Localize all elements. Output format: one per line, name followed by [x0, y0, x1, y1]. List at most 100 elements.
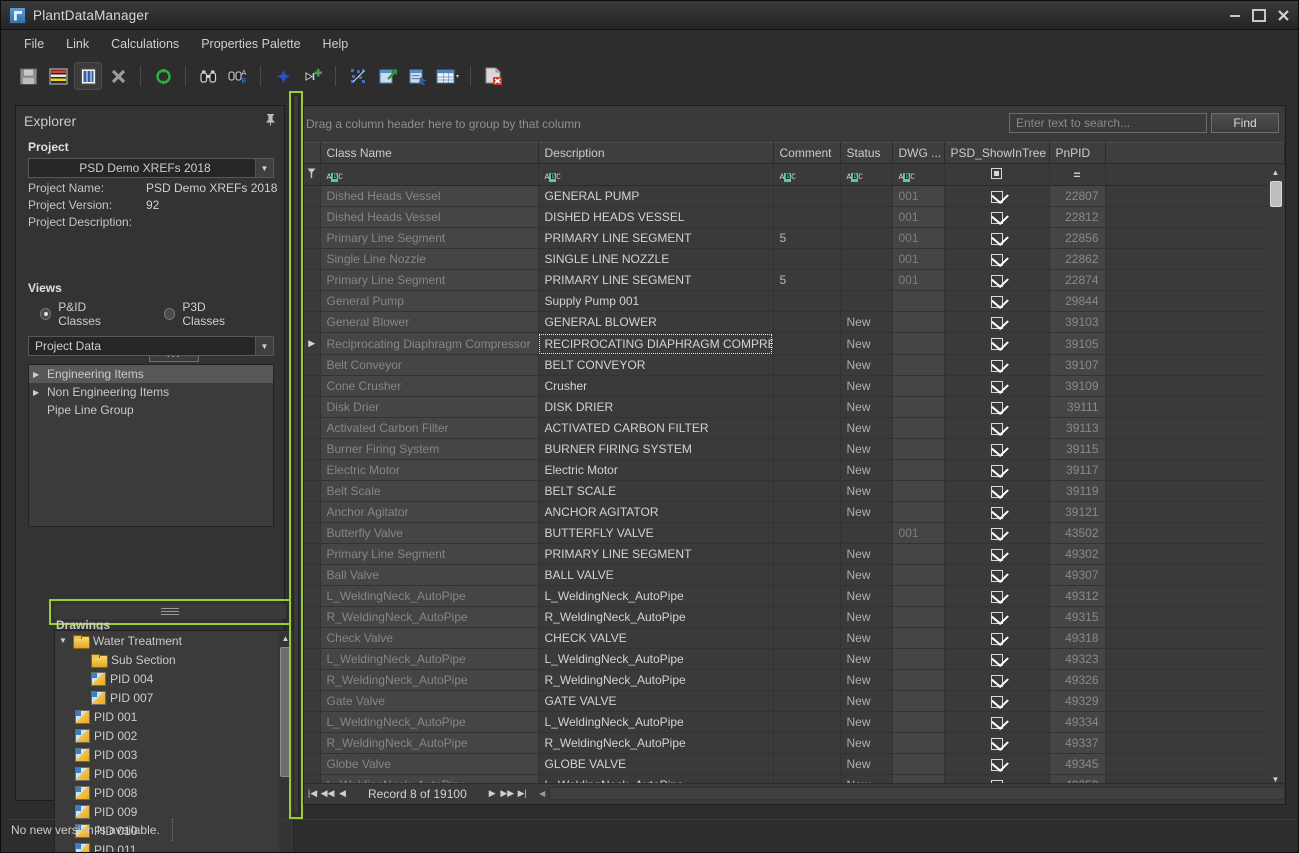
- close-button[interactable]: [1272, 5, 1294, 27]
- cell-comment[interactable]: [773, 628, 840, 649]
- checkbox-checked-icon[interactable]: [991, 696, 1003, 708]
- drawings-item-pid-002[interactable]: PID 002: [55, 726, 293, 745]
- checkbox-checked-icon[interactable]: [991, 275, 1003, 287]
- expander-triangle-icon[interactable]: ▶: [33, 388, 47, 397]
- cell-dwg[interactable]: [892, 418, 944, 439]
- cell-class-name[interactable]: Activated Carbon Filter: [320, 418, 538, 439]
- nav-prev-page-button[interactable]: ◀◀: [320, 788, 335, 799]
- cell-psd-showintree[interactable]: [944, 186, 1049, 207]
- cell-class-name[interactable]: L_WeldingNeck_AutoPipe: [320, 712, 538, 733]
- cell-comment[interactable]: [773, 460, 840, 481]
- columns-icon[interactable]: [74, 62, 102, 90]
- cell-description[interactable]: BALL VALVE: [538, 565, 773, 586]
- cell-description[interactable]: DISHED HEADS VESSEL: [538, 207, 773, 228]
- cell-dwg[interactable]: [892, 291, 944, 312]
- cell-comment[interactable]: 5: [773, 270, 840, 291]
- cell-dwg[interactable]: [892, 481, 944, 502]
- cell-pnpid[interactable]: 49326: [1049, 670, 1105, 691]
- drawings-item-sub-section[interactable]: Sub Section: [55, 650, 293, 669]
- cell-comment[interactable]: [773, 670, 840, 691]
- radio-pid-classes[interactable]: P&ID Classes: [40, 300, 126, 328]
- cell-status[interactable]: New: [840, 355, 892, 376]
- cell-status[interactable]: New: [840, 733, 892, 754]
- cell-status[interactable]: New: [840, 460, 892, 481]
- cell-class-name[interactable]: L_WeldingNeck_AutoPipe: [320, 586, 538, 607]
- column-header-description[interactable]: Description: [538, 143, 773, 164]
- cell-class-name[interactable]: Ball Valve: [320, 565, 538, 586]
- cell-dwg[interactable]: [892, 628, 944, 649]
- cell-description[interactable]: R_WeldingNeck_AutoPipe: [538, 607, 773, 628]
- cell-description[interactable]: GENERAL PUMP: [538, 186, 773, 207]
- cell-pnpid[interactable]: 43502: [1049, 523, 1105, 544]
- cell-description[interactable]: R_WeldingNeck_AutoPipe: [538, 670, 773, 691]
- cell-dwg[interactable]: 001: [892, 249, 944, 270]
- cell-pnpid[interactable]: 39111: [1049, 397, 1105, 418]
- group-by-bar[interactable]: Drag a column header here to group by th…: [304, 106, 1285, 142]
- cell-blank[interactable]: [1105, 207, 1285, 228]
- nav-last-button[interactable]: ▶|: [515, 788, 530, 799]
- import-icon[interactable]: [404, 62, 432, 90]
- cell-blank[interactable]: [1105, 502, 1285, 523]
- table-row[interactable]: Dished Heads VesselGENERAL PUMP00122807: [304, 186, 1285, 207]
- cell-class-name[interactable]: General Pump: [320, 291, 538, 312]
- cell-psd-showintree[interactable]: [944, 249, 1049, 270]
- cell-status[interactable]: [840, 249, 892, 270]
- cell-pnpid[interactable]: 39119: [1049, 481, 1105, 502]
- cell-dwg[interactable]: [892, 355, 944, 376]
- binoculars-icon[interactable]: [194, 62, 222, 90]
- project-combo[interactable]: PSD Demo XREFs 2018 ▼: [28, 158, 274, 178]
- table-row[interactable]: Electric MotorElectric MotorNew39117: [304, 460, 1285, 481]
- cell-pnpid[interactable]: 39113: [1049, 418, 1105, 439]
- cell-description[interactable]: PRIMARY LINE SEGMENT: [538, 270, 773, 291]
- cell-dwg[interactable]: [892, 733, 944, 754]
- checkbox-checked-icon[interactable]: [991, 507, 1003, 519]
- cell-class-name[interactable]: R_WeldingNeck_AutoPipe: [320, 607, 538, 628]
- cell-dwg[interactable]: [892, 312, 944, 333]
- table-rows-icon[interactable]: [44, 62, 72, 90]
- checkbox-checked-icon[interactable]: [991, 444, 1003, 456]
- table-row[interactable]: L_WeldingNeck_AutoPipeL_WeldingNeck_Auto…: [304, 649, 1285, 670]
- checkbox-checked-icon[interactable]: [991, 675, 1003, 687]
- cell-class-name[interactable]: Dished Heads Vessel: [320, 207, 538, 228]
- cell-comment[interactable]: [773, 439, 840, 460]
- cell-class-name[interactable]: Belt Scale: [320, 481, 538, 502]
- checkbox-checked-icon[interactable]: [991, 528, 1003, 540]
- export-icon[interactable]: [374, 62, 402, 90]
- cell-psd-showintree[interactable]: [944, 565, 1049, 586]
- column-header-class-name[interactable]: Class Name: [320, 143, 538, 164]
- drawings-item-pid-001[interactable]: PID 001: [55, 707, 293, 726]
- cell-psd-showintree[interactable]: [944, 607, 1049, 628]
- cell-class-name[interactable]: Reciprocating Diaphragm Compressor: [320, 333, 538, 355]
- table-row[interactable]: General PumpSupply Pump 00129844: [304, 291, 1285, 312]
- cell-status[interactable]: New: [840, 544, 892, 565]
- cell-blank[interactable]: [1105, 586, 1285, 607]
- drawings-item-pid-007[interactable]: PID 007: [55, 688, 293, 707]
- scatter-icon[interactable]: [344, 62, 372, 90]
- cell-blank[interactable]: [1105, 733, 1285, 754]
- cell-dwg[interactable]: [892, 439, 944, 460]
- checkbox-checked-icon[interactable]: [991, 738, 1003, 750]
- cell-description[interactable]: R_WeldingNeck_AutoPipe: [538, 733, 773, 754]
- cell-pnpid[interactable]: 49323: [1049, 649, 1105, 670]
- checkbox-checked-icon[interactable]: [991, 612, 1003, 624]
- cell-psd-showintree[interactable]: [944, 355, 1049, 376]
- cell-comment[interactable]: [773, 291, 840, 312]
- cell-psd-showintree[interactable]: [944, 207, 1049, 228]
- cell-status[interactable]: New: [840, 565, 892, 586]
- cell-blank[interactable]: [1105, 565, 1285, 586]
- cell-comment[interactable]: [773, 376, 840, 397]
- table-row[interactable]: R_WeldingNeck_AutoPipeR_WeldingNeck_Auto…: [304, 607, 1285, 628]
- filter-cell-dwg[interactable]: ABC: [892, 164, 944, 186]
- cell-status[interactable]: New: [840, 397, 892, 418]
- table-row[interactable]: Primary Line SegmentPRIMARY LINE SEGMENT…: [304, 270, 1285, 291]
- cell-status[interactable]: New: [840, 649, 892, 670]
- table-row[interactable]: Disk DrierDISK DRIERNew39111: [304, 397, 1285, 418]
- cell-dwg[interactable]: 001: [892, 228, 944, 249]
- cell-comment[interactable]: [773, 397, 840, 418]
- checkbox-checked-icon[interactable]: [991, 360, 1003, 372]
- table-row[interactable]: Dished Heads VesselDISHED HEADS VESSEL00…: [304, 207, 1285, 228]
- cell-comment[interactable]: [773, 355, 840, 376]
- cell-blank[interactable]: [1105, 376, 1285, 397]
- tree-item-pipe-line-group[interactable]: Pipe Line Group: [29, 401, 273, 419]
- cell-pnpid[interactable]: 22812: [1049, 207, 1105, 228]
